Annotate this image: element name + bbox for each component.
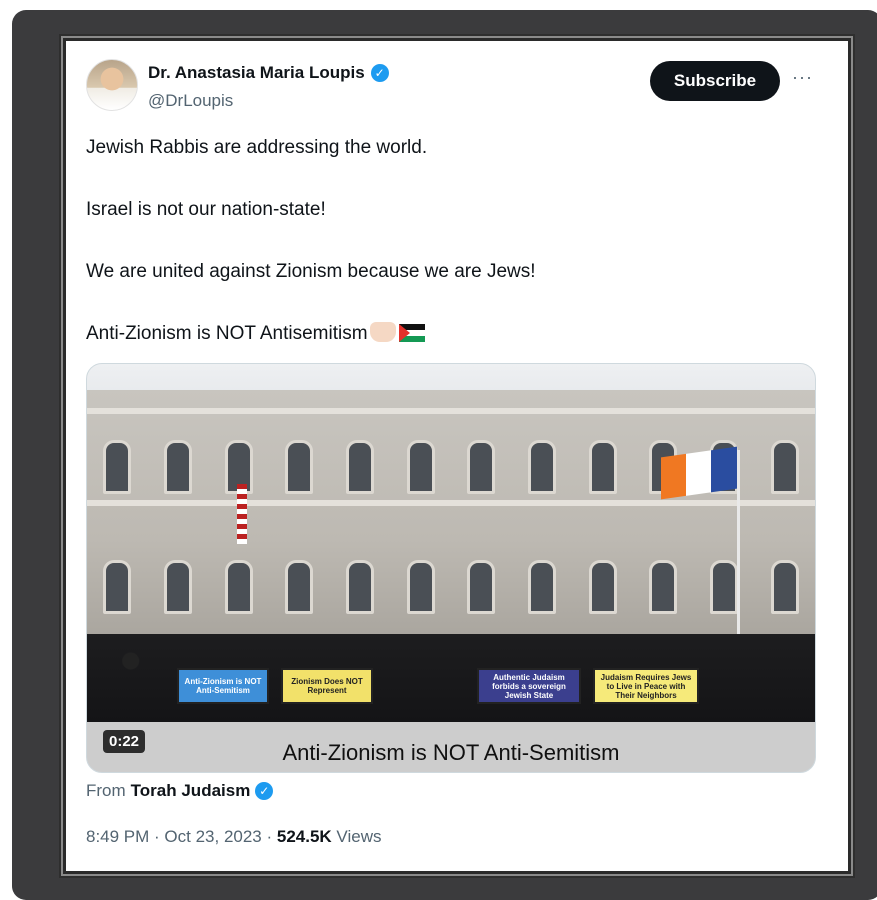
- views-count: 524.5K: [276, 827, 332, 846]
- window: [345, 560, 374, 614]
- video-caption: Anti-Zionism is NOT Anti-Semitism: [282, 740, 620, 765]
- raised-hands-emoji-icon: [369, 322, 396, 342]
- flag-pole: [737, 450, 740, 640]
- window: [527, 560, 556, 614]
- palestine-flag-emoji-icon: [398, 324, 425, 342]
- video-source: From Torah Judaism ✓: [86, 781, 274, 801]
- protest-banner: Judaism Requires Jews to Live in Peace w…: [593, 668, 699, 704]
- window: [649, 560, 678, 614]
- window: [163, 560, 192, 614]
- verified-badge-icon: ✓: [255, 782, 274, 800]
- tweet-paragraph: Anti-Zionism is NOT Antisemitism: [86, 323, 368, 344]
- window: [527, 440, 556, 494]
- window: [467, 560, 496, 614]
- window: [224, 560, 253, 614]
- window: [406, 440, 435, 494]
- building-cornice: [87, 408, 815, 414]
- author-handle[interactable]: @DrLoupis: [148, 91, 233, 111]
- window: [709, 560, 738, 614]
- author-row: Dr. Anastasia Maria Loupis ✓: [148, 63, 389, 83]
- protest-banner: Anti-Zionism is NOT Anti-Semitism: [177, 668, 269, 704]
- window: [588, 560, 617, 614]
- tweet-text: Jewish Rabbis are addressing the world. …: [86, 135, 826, 383]
- source-name[interactable]: Torah Judaism: [131, 781, 251, 801]
- window: [770, 560, 799, 614]
- tweet-paragraph-last: Anti-Zionism is NOT Antisemitism: [86, 321, 826, 347]
- author-name[interactable]: Dr. Anastasia Maria Loupis: [148, 63, 365, 83]
- tweet-frame: Dr. Anastasia Maria Loupis ✓ @DrLoupis S…: [63, 38, 851, 874]
- window: [285, 440, 314, 494]
- tweet-paragraph: Israel is not our nation-state!: [86, 199, 326, 220]
- window: [345, 440, 374, 494]
- tweet-card: Dr. Anastasia Maria Loupis ✓ @DrLoupis S…: [66, 41, 848, 871]
- video-player[interactable]: Anti-Zionism is NOT Anti-Semitism Zionis…: [86, 363, 816, 773]
- avatar[interactable]: [86, 59, 138, 111]
- us-flag: [237, 484, 247, 544]
- tweet-timestamp[interactable]: 8:49 PM · Oct 23, 2023 ·: [86, 827, 277, 846]
- window: [588, 440, 617, 494]
- views-label: Views: [331, 827, 382, 846]
- protest-banner: Authentic Judaism forbids a sovereign Je…: [477, 668, 581, 704]
- source-prefix: From: [86, 781, 126, 800]
- window: [467, 440, 496, 494]
- tweet-paragraph: We are united against Zionism because we…: [86, 261, 536, 282]
- video-duration: 0:22: [103, 730, 146, 753]
- video-building: [87, 390, 815, 640]
- verified-badge-icon: ✓: [370, 64, 389, 82]
- window: [285, 560, 314, 614]
- tweet-paragraph: Jewish Rabbis are addressing the world.: [86, 137, 428, 158]
- window: [406, 560, 435, 614]
- window-row: [87, 560, 815, 614]
- window: [770, 440, 799, 494]
- window: [103, 440, 132, 494]
- subscribe-button[interactable]: Subscribe: [650, 61, 780, 101]
- window: [163, 440, 192, 494]
- building-cornice: [87, 500, 815, 506]
- more-options-icon[interactable]: ···: [792, 67, 813, 88]
- protest-banner: Zionism Does NOT Represent: [281, 668, 373, 704]
- tweet-meta: 8:49 PM · Oct 23, 2023 · 524.5K Views: [86, 827, 381, 847]
- window: [103, 560, 132, 614]
